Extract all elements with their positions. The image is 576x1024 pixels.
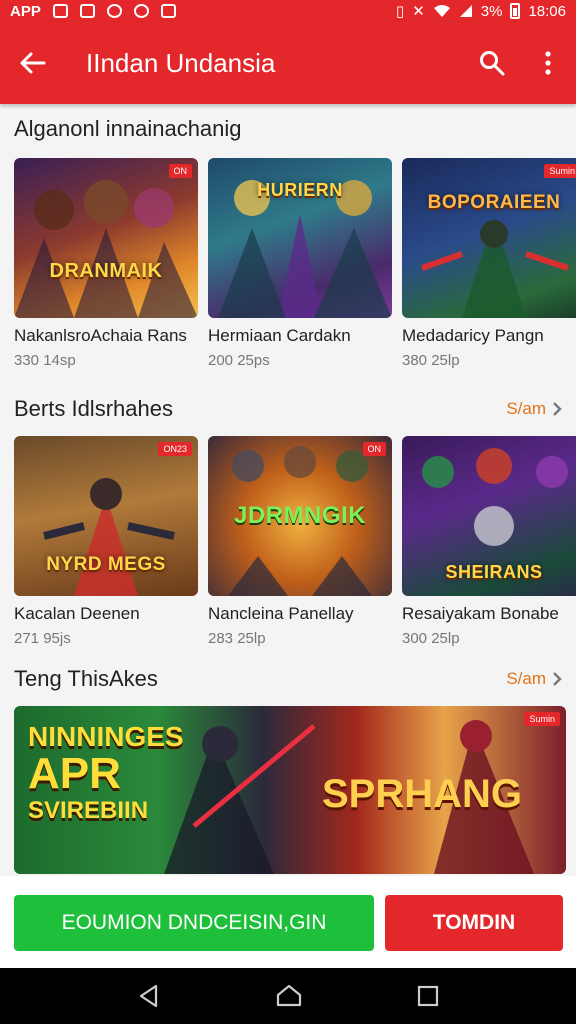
clock: 18:06 xyxy=(528,2,566,20)
message-icon xyxy=(160,4,176,18)
vibrate-icon: ▯ xyxy=(395,3,405,20)
section-header: Alganonl innainachanig xyxy=(14,116,562,142)
badge: ON xyxy=(168,164,192,178)
back-button[interactable] xyxy=(0,22,64,104)
game-meta: 300 25lp xyxy=(402,630,460,647)
banner-title-left: NINNINGES APR SVIREBIIN xyxy=(28,722,184,823)
featured-banner[interactable]: Sumin NINNINGES APR SVIREBIIN SPRHANG xyxy=(14,706,566,874)
game-card[interactable]: SHEIRANS Resaiyakam Bonabe 300 25lp xyxy=(402,436,576,647)
badge: Sumin xyxy=(544,164,576,178)
game-name: Hermiaan Cardakn xyxy=(208,326,351,345)
battery-icon xyxy=(510,3,521,19)
status-app-label: APP xyxy=(10,2,41,20)
see-all-link[interactable]: S/am xyxy=(506,399,562,419)
signal-percent: 3% xyxy=(480,2,503,20)
game-card[interactable]: ON DRANMAIK NakanlsroAchaia Rans 330 14s… xyxy=(14,158,198,369)
page-title: IIndan Undansia xyxy=(86,47,276,78)
nav-home-icon[interactable] xyxy=(275,983,303,1009)
more-vert-icon xyxy=(545,51,551,75)
game-logo: DRANMAIK xyxy=(49,260,163,282)
game-card[interactable]: ON JDRMNGIK Nancleina Panellay 283 25lp xyxy=(208,436,392,647)
search-icon xyxy=(480,51,505,76)
nav-recents-icon[interactable] xyxy=(416,984,440,1008)
game-logo: SHEIRANS xyxy=(445,562,543,582)
notification-icon xyxy=(52,4,68,18)
section-header: Berts Idlsrhahes S/am xyxy=(14,396,562,422)
record-icon xyxy=(133,4,149,18)
banner-line: NINNINGES xyxy=(28,721,184,752)
game-name: Nancleina Panellay xyxy=(208,604,354,623)
game-logo: JDRMNGIK xyxy=(233,502,366,529)
badge: ON23 xyxy=(158,442,192,456)
image-icon xyxy=(79,4,95,18)
game-logo: BOPORAIEEN xyxy=(427,192,561,213)
see-all-label: S/am xyxy=(506,399,546,418)
app-bar: IIndan Undansia xyxy=(0,22,576,104)
game-thumbnail: SHEIRANS xyxy=(402,436,576,596)
game-meta: 283 25lp xyxy=(208,630,266,647)
badge: Sumin xyxy=(524,712,560,726)
game-card[interactable]: ON23 NYRD MEGS Kacalan Deenen 271 95js xyxy=(14,436,198,647)
chevron-right-icon xyxy=(553,672,562,686)
game-meta: 200 25ps xyxy=(208,352,270,369)
banner-title-right: SPRHANG xyxy=(322,772,523,816)
primary-action-button[interactable]: EOUMION DNDCEISIN,GIN xyxy=(14,895,374,951)
sync-icon xyxy=(106,4,122,18)
game-thumbnail: ON JDRMNGIK xyxy=(208,436,392,596)
game-logo: NYRD MEGS xyxy=(46,554,166,575)
nav-back-icon[interactable] xyxy=(136,983,162,1009)
badge: ON xyxy=(362,442,386,456)
section-title: Alganonl innainachanig xyxy=(14,116,242,141)
search-button[interactable] xyxy=(464,22,520,104)
game-row: ON DRANMAIK NakanlsroAchaia Rans 330 14s… xyxy=(14,158,576,369)
game-name: Medadaricy Pangn xyxy=(402,326,544,345)
section-header: Teng ThisAkes S/am xyxy=(14,666,562,692)
game-thumbnail: Sumin BOPORAIEEN xyxy=(402,158,576,318)
game-thumbnail: HURIERN xyxy=(208,158,392,318)
game-row: ON23 NYRD MEGS Kacalan Deenen 271 95js O… xyxy=(14,436,576,647)
wifi-icon xyxy=(433,5,450,17)
cell-signal-icon xyxy=(459,5,472,17)
game-name: Resaiyakam Bonabe xyxy=(402,604,559,623)
secondary-action-button[interactable]: TOMDIN xyxy=(385,895,563,951)
game-name: Kacalan Deenen xyxy=(14,604,140,623)
section-title: Berts Idlsrhahes xyxy=(14,396,173,421)
game-name: NakanlsroAchaia Rans xyxy=(14,326,187,345)
game-thumbnail: ON DRANMAIK xyxy=(14,158,198,318)
action-bar: EOUMION DNDCEISIN,GIN TOMDIN xyxy=(0,876,576,968)
game-meta: 271 95js xyxy=(14,630,71,647)
game-card[interactable]: Sumin BOPORAIEEN Medadaricy Pangn 380 25… xyxy=(402,158,576,369)
banner-line: SVIREBIIN xyxy=(28,796,149,824)
chevron-right-icon xyxy=(553,402,562,416)
mute-icon: ✕ xyxy=(412,3,425,20)
status-bar: APP ▯ ✕ 3% 18:06 xyxy=(0,0,576,22)
game-meta: 380 25lp xyxy=(402,352,460,369)
banner-line: APR xyxy=(28,749,121,799)
game-thumbnail: ON23 NYRD MEGS xyxy=(14,436,198,596)
game-meta: 330 14sp xyxy=(14,352,76,369)
game-logo: HURIERN xyxy=(257,180,343,200)
game-card[interactable]: HURIERN Hermiaan Cardakn 200 25ps xyxy=(208,158,392,369)
system-nav-bar xyxy=(0,968,576,1024)
arrow-left-icon xyxy=(20,52,46,74)
section-title: Teng ThisAkes xyxy=(14,666,158,691)
overflow-menu-button[interactable] xyxy=(520,22,576,104)
see-all-link[interactable]: S/am xyxy=(506,669,562,689)
see-all-label: S/am xyxy=(506,669,546,688)
